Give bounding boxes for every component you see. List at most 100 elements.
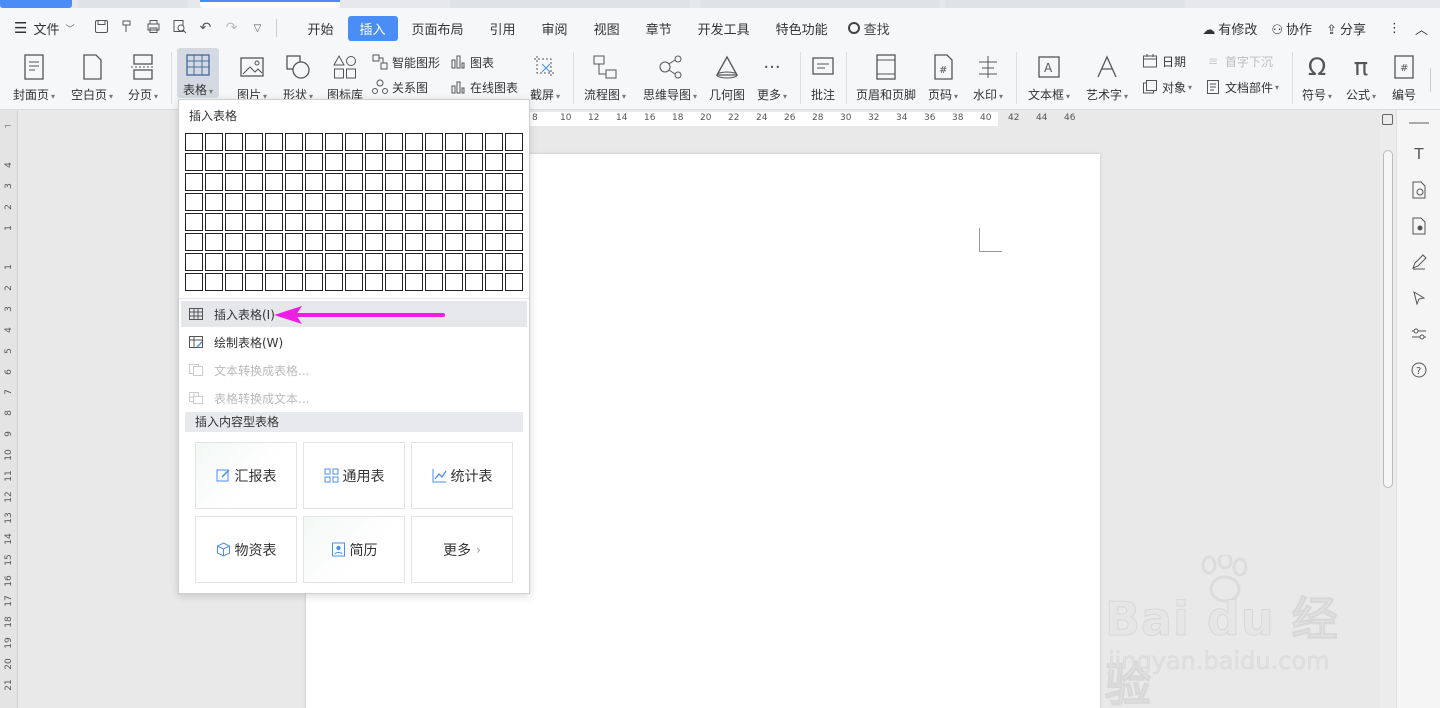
pen-icon[interactable] (1409, 252, 1429, 272)
table-grid-cell[interactable] (485, 213, 503, 231)
table-grid-cell[interactable] (205, 193, 223, 211)
screenshot-button[interactable]: 截屏 ▾ (525, 48, 565, 110)
table-grid-cell[interactable] (225, 193, 243, 211)
table-grid-cell[interactable] (185, 233, 203, 251)
table-grid-cell[interactable] (485, 153, 503, 171)
table-grid-cell[interactable] (465, 253, 483, 271)
sliders-icon[interactable] (1409, 324, 1429, 344)
online-chart-button[interactable]: 在线图表 (450, 77, 518, 97)
tab-section[interactable]: 章节 (634, 16, 684, 41)
table-grid-cell[interactable] (245, 173, 263, 191)
table-grid-cell[interactable] (505, 233, 523, 251)
table-grid-cell[interactable] (345, 133, 363, 151)
table-grid-cell[interactable] (305, 153, 323, 171)
collapse-ribbon-icon[interactable]: ︿ (1415, 19, 1428, 38)
table-grid-cell[interactable] (205, 173, 223, 191)
table-grid-cell[interactable] (305, 233, 323, 251)
more-button[interactable]: ··· 更多 ▾ (752, 48, 792, 110)
doc-parts-button[interactable]: 文档部件 ▾ (1205, 77, 1279, 97)
table-grid-cell[interactable] (385, 173, 403, 191)
table-grid-cell[interactable] (445, 193, 463, 211)
geometry-button[interactable]: 几何图 (706, 48, 748, 110)
table-grid-cell[interactable] (345, 173, 363, 191)
table-grid-cell[interactable] (205, 153, 223, 171)
table-grid-cell[interactable] (345, 153, 363, 171)
table-grid-cell[interactable] (485, 253, 503, 271)
table-grid-cell[interactable] (385, 233, 403, 251)
table-grid-cell[interactable] (485, 233, 503, 251)
save-icon[interactable] (90, 19, 112, 38)
cover-page-button[interactable]: 封面页 ▾ (10, 48, 58, 110)
vertical-scrollbar[interactable] (1380, 110, 1396, 708)
table-grid-cell[interactable] (405, 153, 423, 171)
numbering-button[interactable]: # 编号 (1386, 48, 1422, 110)
scrollbar-thumb[interactable] (1383, 150, 1393, 488)
table-grid-cell[interactable] (385, 253, 403, 271)
table-grid-cell[interactable] (465, 193, 483, 211)
table-grid-cell[interactable] (345, 233, 363, 251)
table-grid-cell[interactable] (485, 133, 503, 151)
cursor-icon[interactable] (1409, 288, 1429, 308)
general-table-card[interactable]: 通用表 (303, 442, 405, 509)
table-button[interactable]: 表格 ▾ (177, 48, 219, 98)
mindmap-button[interactable]: 思维导图 ▾ (638, 48, 702, 110)
table-grid-cell[interactable] (325, 233, 343, 251)
tab-features[interactable]: 特色功能 (764, 16, 840, 41)
table-grid-cell[interactable] (405, 233, 423, 251)
page-break-button[interactable]: 分页 ▾ (122, 48, 164, 110)
table-grid-cell[interactable] (425, 133, 443, 151)
table-grid-cell[interactable] (365, 213, 383, 231)
window-tab[interactable] (0, 0, 72, 8)
table-grid-cell[interactable] (405, 213, 423, 231)
table-grid-cell[interactable] (385, 193, 403, 211)
table-grid-cell[interactable] (325, 133, 343, 151)
table-grid-cell[interactable] (365, 153, 383, 171)
table-grid-cell[interactable] (305, 213, 323, 231)
table-grid-cell[interactable] (465, 273, 483, 291)
table-grid-cell[interactable] (365, 233, 383, 251)
table-grid-cell[interactable] (285, 193, 303, 211)
customize-dropdown-icon[interactable]: ▽ (246, 23, 268, 34)
table-grid-cell[interactable] (325, 253, 343, 271)
table-grid-cell[interactable] (485, 173, 503, 191)
symbol-button[interactable]: Ω 符号 ▾ (1298, 48, 1336, 110)
resume-card[interactable]: 简历 (303, 516, 405, 583)
table-grid-cell[interactable] (445, 213, 463, 231)
window-tab-active[interactable] (200, 0, 340, 8)
header-footer-button[interactable]: 页眉和页脚 (854, 48, 918, 110)
table-grid-cell[interactable] (365, 253, 383, 271)
table-grid-cell[interactable] (385, 213, 403, 231)
table-grid-cell[interactable] (445, 233, 463, 251)
table-grid-cell[interactable] (385, 153, 403, 171)
table-grid-cell[interactable] (245, 213, 263, 231)
table-grid-cell[interactable] (325, 273, 343, 291)
ribbon-scroll-handle[interactable] (1430, 68, 1436, 92)
table-grid-cell[interactable] (185, 213, 203, 231)
tab-page-layout[interactable]: 页面布局 (400, 16, 476, 41)
table-grid-cell[interactable] (505, 253, 523, 271)
report-table-card[interactable]: 汇报表 (195, 442, 297, 509)
table-grid-cell[interactable] (225, 153, 243, 171)
table-grid-cell[interactable] (425, 253, 443, 271)
table-grid-cell[interactable] (345, 213, 363, 231)
table-grid-cell[interactable] (365, 193, 383, 211)
table-grid-cell[interactable] (285, 233, 303, 251)
drop-cap-button[interactable]: ≡ 首字下沉 (1205, 51, 1273, 71)
table-grid-cell[interactable] (265, 173, 283, 191)
window-tab[interactable] (945, 0, 1185, 8)
help-icon[interactable]: ? (1409, 360, 1429, 380)
table-grid-cell[interactable] (285, 273, 303, 291)
table-grid-cell[interactable] (205, 213, 223, 231)
table-grid-cell[interactable] (245, 153, 263, 171)
table-grid-cell[interactable] (425, 233, 443, 251)
textbox-button[interactable]: A 文本框 ▾ (1024, 48, 1074, 110)
table-grid-cell[interactable] (325, 153, 343, 171)
table-grid-cell[interactable] (445, 133, 463, 151)
table-grid-cell[interactable] (325, 213, 343, 231)
table-grid-cell[interactable] (225, 253, 243, 271)
materials-table-card[interactable]: 物资表 (195, 516, 297, 583)
table-grid-cell[interactable] (185, 253, 203, 271)
table-grid-cell[interactable] (345, 253, 363, 271)
table-grid-cell[interactable] (265, 193, 283, 211)
table-grid-cell[interactable] (245, 133, 263, 151)
